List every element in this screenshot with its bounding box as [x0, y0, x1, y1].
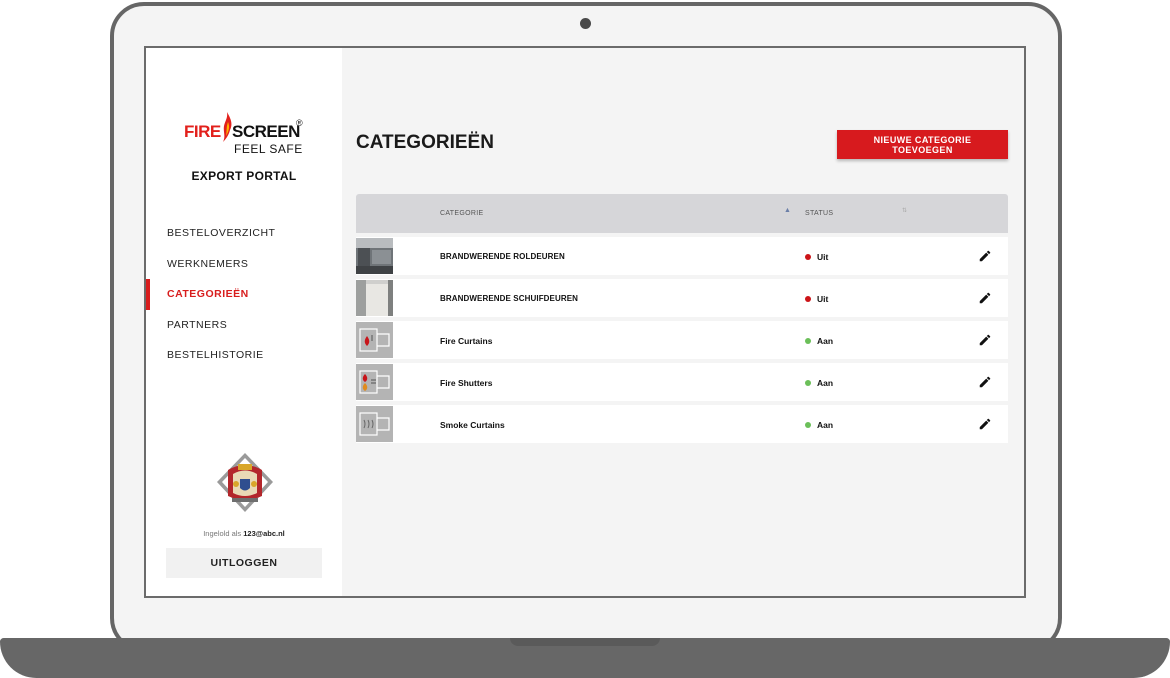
table-header: CATEGORIE ▲ STATUS ⇅: [356, 194, 1008, 233]
main-content: CATEGORIEËN NIEUWE CATEGORIE TOEVOEGEN C…: [342, 48, 1024, 596]
login-user: 123@abc.nl: [243, 529, 285, 538]
categories-table: CATEGORIE ▲ STATUS ⇅ BRANDWERENDE ROLDEU…: [356, 194, 1008, 443]
status-badge: Aan: [805, 336, 833, 346]
edit-pencil-icon[interactable]: [978, 249, 992, 263]
royal-crest-icon: [217, 453, 273, 512]
table-row[interactable]: Fire Shutters Aan: [356, 363, 1008, 401]
roller-door-photo: [356, 238, 393, 274]
sort-icon[interactable]: ⇅: [902, 207, 907, 214]
table-row[interactable]: Fire Curtains Aan: [356, 321, 1008, 359]
edit-pencil-icon[interactable]: [978, 375, 992, 389]
fire-curtain-diagram: [356, 322, 393, 358]
add-category-button[interactable]: NIEUWE CATEGORIE TOEVOEGEN: [837, 130, 1008, 159]
table-row[interactable]: BRANDWERENDE SCHUIFDEUREN Uit: [356, 279, 1008, 317]
logo-tagline: FEEL SAFE: [234, 142, 303, 156]
login-prefix: Ingelold als: [203, 529, 242, 538]
status-label: Aan: [817, 336, 834, 346]
fire-shutter-diagram: [356, 364, 393, 400]
status-on-dot: [805, 338, 811, 344]
laptop-base-notch: [510, 638, 660, 646]
table-row[interactable]: BRANDWERENDE ROLDEUREN Uit: [356, 237, 1008, 275]
firescreen-logo[interactable]: FIRE SCREEN ® FEEL SAFE: [184, 110, 304, 160]
sidebar-nav: BESTELOVERZICHT WERKNEMERS CATEGORIEËN P…: [146, 218, 342, 371]
table-row[interactable]: Smoke Curtains Aan: [356, 405, 1008, 443]
category-name: Fire Shutters: [440, 378, 493, 388]
page-title: CATEGORIEËN: [356, 132, 494, 153]
column-header-category[interactable]: CATEGORIE: [440, 210, 483, 217]
status-off-dot: [805, 254, 811, 260]
smoke-curtain-diagram: [356, 406, 393, 442]
category-name: BRANDWERENDE ROLDEUREN: [440, 252, 565, 261]
status-badge: Uit: [805, 294, 828, 304]
category-name: BRANDWERENDE SCHUIFDEUREN: [440, 294, 579, 303]
sliding-door-photo: [356, 280, 393, 316]
sidebar-item-werknemers[interactable]: WERKNEMERS: [146, 249, 342, 280]
category-name: Smoke Curtains: [440, 420, 505, 430]
logo-screen-text: SCREEN: [232, 122, 300, 141]
sidebar-item-categorieen[interactable]: CATEGORIEËN: [146, 279, 342, 310]
edit-pencil-icon[interactable]: [978, 291, 992, 305]
status-label: Uit: [817, 252, 829, 262]
sidebar: FIRE SCREEN ® FEEL SAFE EXPORT PORTAL BE…: [146, 48, 342, 596]
status-label: Uit: [817, 294, 829, 304]
status-badge: Aan: [805, 420, 833, 430]
laptop-screen: FIRE SCREEN ® FEEL SAFE EXPORT PORTAL BE…: [144, 46, 1026, 598]
sidebar-item-bestelhistorie[interactable]: BESTELHISTORIE: [146, 340, 342, 371]
login-info: Ingelold als 123@abc.nl: [146, 529, 342, 538]
status-label: Aan: [817, 378, 834, 388]
status-off-dot: [805, 296, 811, 302]
laptop-camera: [580, 18, 591, 29]
portal-title: EXPORT PORTAL: [191, 169, 297, 183]
logo-fire-text: FIRE: [184, 122, 221, 141]
edit-pencil-icon[interactable]: [978, 417, 992, 431]
status-on-dot: [805, 380, 811, 386]
status-badge: Uit: [805, 252, 828, 262]
logout-button[interactable]: UITLOGGEN: [166, 548, 322, 578]
category-name: Fire Curtains: [440, 336, 493, 346]
column-header-status[interactable]: STATUS: [805, 210, 833, 217]
status-label: Aan: [817, 420, 834, 430]
sidebar-item-partners[interactable]: PARTNERS: [146, 310, 342, 341]
status-on-dot: [805, 422, 811, 428]
sidebar-item-besteloverzicht[interactable]: BESTELOVERZICHT: [146, 218, 342, 249]
sort-ascending-icon[interactable]: ▲: [784, 207, 791, 214]
status-badge: Aan: [805, 378, 833, 388]
edit-pencil-icon[interactable]: [978, 333, 992, 347]
registered-mark: ®: [296, 118, 303, 128]
